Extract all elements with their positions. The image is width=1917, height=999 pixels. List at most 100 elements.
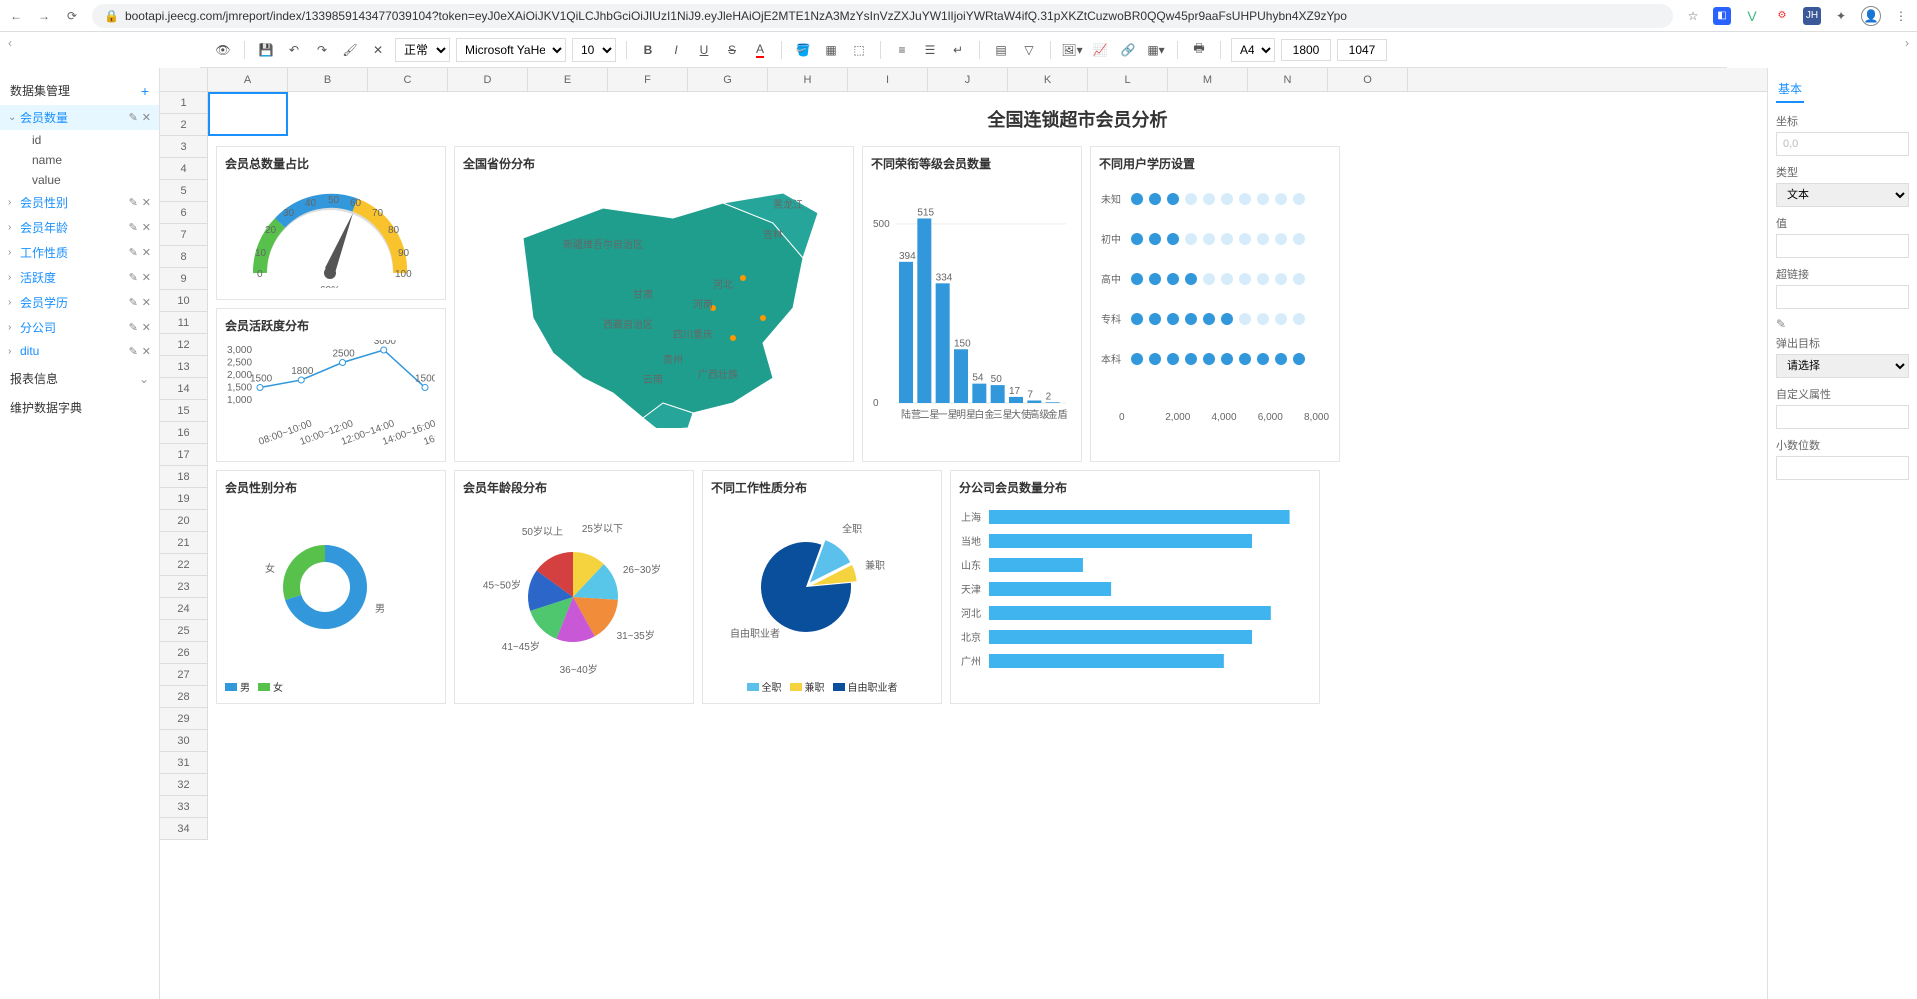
star-icon[interactable]: ☆ [1685,8,1701,24]
target-select[interactable]: 请选择 [1776,354,1909,378]
close-icon[interactable]: ✕ [142,221,151,234]
underline-icon[interactable]: U [693,39,715,61]
chart-work[interactable]: 不同工作性质分布 全职兼职自由职业者 全职 兼职 自由职业者 [702,470,942,704]
row-header[interactable]: 18 [160,466,208,488]
chart-honor[interactable]: 不同荣衔等级会员数量 0500394陆营515二星334一星150明星54白金5… [862,146,1082,462]
col-header[interactable]: C [368,68,448,91]
profile-icon[interactable]: 👤 [1861,6,1881,26]
collapse-left-icon[interactable]: ‹ [0,32,20,68]
row-header[interactable]: 21 [160,532,208,554]
forward-icon[interactable]: → [36,8,52,24]
edit-icon[interactable]: ✎ [129,221,138,234]
fill-icon[interactable]: 🪣 [792,39,814,61]
edit-icon[interactable]: ✎ [129,111,138,124]
close-icon[interactable]: ✕ [142,296,151,309]
col-header[interactable]: K [1008,68,1088,91]
row-header[interactable]: 26 [160,642,208,664]
selected-cell[interactable] [208,92,288,136]
row-header[interactable]: 19 [160,488,208,510]
canvas[interactable]: ABCDEFGHIJKLMNO 全国连锁超市会员分析 会员总数量占比 [160,68,1767,999]
redo-icon[interactable]: ↷ [311,39,333,61]
font-color-icon[interactable]: A [749,39,771,61]
row-header[interactable]: 25 [160,620,208,642]
decimal-input[interactable] [1776,456,1909,480]
dataset-item[interactable]: ›ditu✎✕ [0,340,159,362]
freeze-icon[interactable]: ▤ [990,39,1012,61]
col-header[interactable]: M [1168,68,1248,91]
col-header[interactable]: D [448,68,528,91]
height-input[interactable] [1337,39,1387,61]
type-select[interactable]: 文本 [1776,183,1909,207]
ext-icon-1[interactable]: ◧ [1713,7,1731,25]
row-header[interactable]: 20 [160,510,208,532]
bold-icon[interactable]: B [637,39,659,61]
menu-icon[interactable]: ⋮ [1893,8,1909,24]
row-header[interactable]: 31 [160,752,208,774]
row-header[interactable]: 11 [160,312,208,334]
link-icon[interactable]: 🔗 [1117,39,1139,61]
dataset-item[interactable]: ›工作性质✎✕ [0,240,159,265]
field-item[interactable]: name [0,150,159,170]
edit-icon[interactable]: ✎ [129,345,138,358]
edit-icon[interactable]: ✎ [129,271,138,284]
coord-input[interactable] [1776,132,1909,156]
row-header[interactable]: 33 [160,796,208,818]
pencil-icon[interactable]: ✎ [1776,317,1909,331]
row-header[interactable]: 28 [160,686,208,708]
image-tool-icon[interactable]: 🖼▾ [1061,39,1083,61]
address-bar[interactable]: 🔒 bootapi.jeecg.com/jmreport/index/13398… [92,4,1673,28]
col-header[interactable]: H [768,68,848,91]
row-header[interactable]: 24 [160,598,208,620]
filter-icon[interactable]: ▽ [1018,39,1040,61]
italic-icon[interactable]: I [665,39,687,61]
preview-icon[interactable]: 👁 [212,39,234,61]
dataset-item[interactable]: ›分公司✎✕ [0,315,159,340]
field-item[interactable]: value [0,170,159,190]
col-header[interactable]: L [1088,68,1168,91]
close-icon[interactable]: ✕ [142,321,151,334]
row-header[interactable]: 17 [160,444,208,466]
chart-age[interactable]: 会员年龄段分布 25岁以下26~30岁31~35岁36~40岁41~45岁45~… [454,470,694,704]
edit-icon[interactable]: ✎ [129,296,138,309]
row-header[interactable]: 14 [160,378,208,400]
font-select[interactable]: Microsoft YaHei [456,38,566,62]
border-icon[interactable]: ▦ [820,39,842,61]
merge-icon[interactable]: ⬚ [848,39,870,61]
align-h-icon[interactable]: ≡ [891,39,913,61]
align-v-icon[interactable]: ☰ [919,39,941,61]
row-header[interactable]: 15 [160,400,208,422]
report-info-section[interactable]: 报表信息 ⌄ [0,362,159,391]
edit-icon[interactable]: ✎ [129,196,138,209]
dataset-item[interactable]: ⌄会员数量✎✕ [0,105,159,130]
back-icon[interactable]: ← [8,8,24,24]
col-header[interactable]: F [608,68,688,91]
col-header[interactable]: I [848,68,928,91]
add-dataset-icon[interactable]: + [141,83,149,99]
qr-icon[interactable]: ▦▾ [1145,39,1167,61]
edit-icon[interactable]: ✎ [129,246,138,259]
strike-icon[interactable]: S [721,39,743,61]
close-icon[interactable]: ✕ [142,246,151,259]
row-header[interactable]: 22 [160,554,208,576]
col-header[interactable]: E [528,68,608,91]
row-header[interactable]: 23 [160,576,208,598]
row-header[interactable]: 5 [160,180,208,202]
close-icon[interactable]: ✕ [142,345,151,358]
row-header[interactable]: 27 [160,664,208,686]
chart-branch[interactable]: 分公司会员数量分布 上海当地山东天津河北北京广州 [950,470,1320,704]
tab-basic[interactable]: 基本 [1776,76,1804,103]
wrap-icon[interactable]: ↵ [947,39,969,61]
print-icon[interactable]: 🖶 [1188,39,1210,61]
ext-icon-4[interactable]: JH [1803,7,1821,25]
chart-gender[interactable]: 会员性别分布 男女 男 女 [216,470,446,704]
col-header[interactable]: N [1248,68,1328,91]
col-header[interactable]: A [208,68,288,91]
row-header[interactable]: 34 [160,818,208,840]
col-header[interactable]: O [1328,68,1408,91]
dict-link[interactable]: 维护数据字典 [0,391,159,420]
width-input[interactable] [1281,39,1331,61]
close-icon[interactable]: ✕ [142,111,151,124]
custom-input[interactable] [1776,405,1909,429]
vue-icon[interactable]: V [1743,7,1761,25]
field-item[interactable]: id [0,130,159,150]
